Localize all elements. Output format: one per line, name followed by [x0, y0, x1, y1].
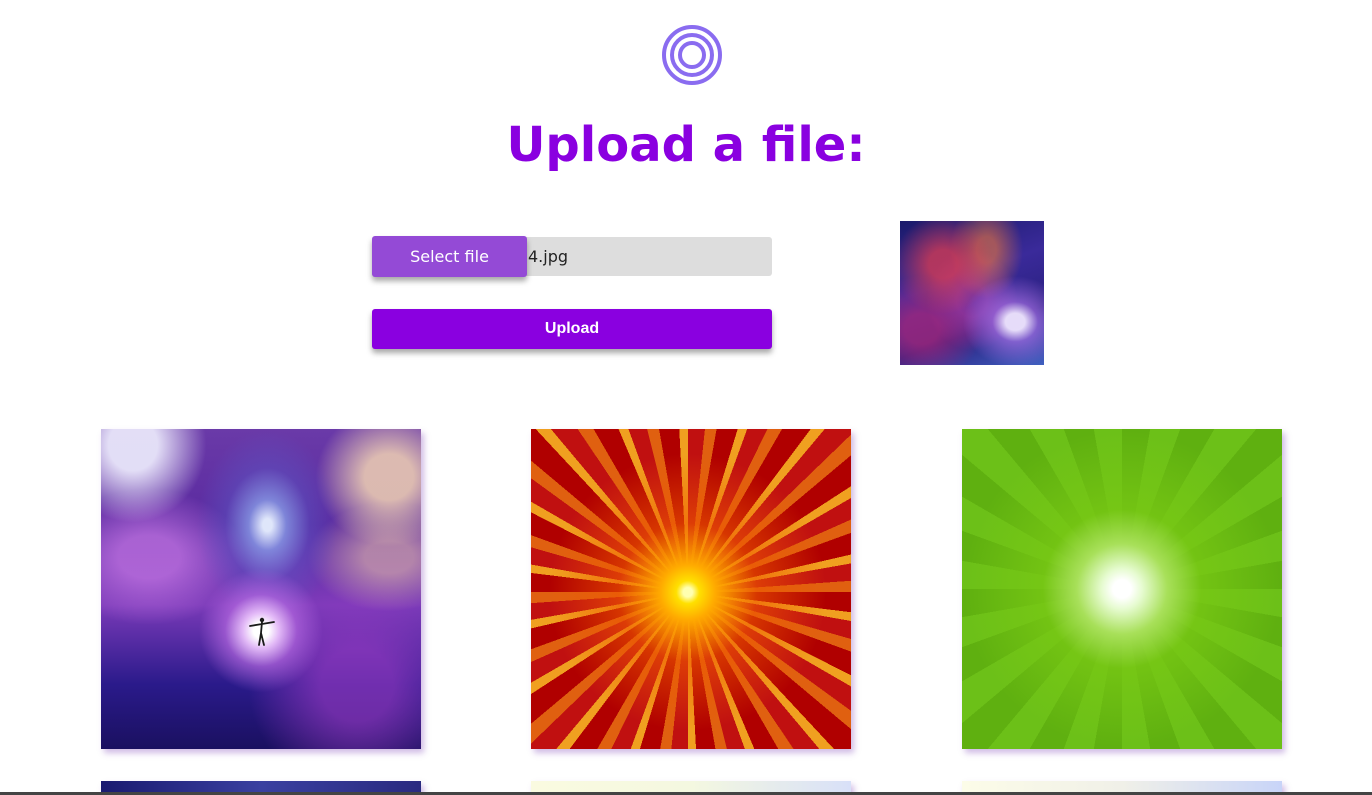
red-burst-image[interactable]: [531, 429, 851, 749]
dancer-silhouette: [249, 617, 275, 646]
page-title: Upload a file:: [506, 117, 866, 173]
upload-page: Upload a file: 4.jpg Select file Upload: [0, 0, 1372, 795]
upload-button[interactable]: Upload: [372, 309, 772, 349]
concentric-circles-icon: [662, 25, 722, 85]
file-name-label: 4.jpg: [528, 247, 569, 266]
select-file-button[interactable]: Select file: [372, 236, 527, 277]
file-name-field[interactable]: 4.jpg: [522, 237, 772, 276]
file-picker: 4.jpg Select file: [372, 236, 772, 277]
preview-image: [900, 221, 1044, 365]
galaxy-dancer-image[interactable]: [101, 429, 421, 749]
green-burst-image[interactable]: [962, 429, 1282, 749]
